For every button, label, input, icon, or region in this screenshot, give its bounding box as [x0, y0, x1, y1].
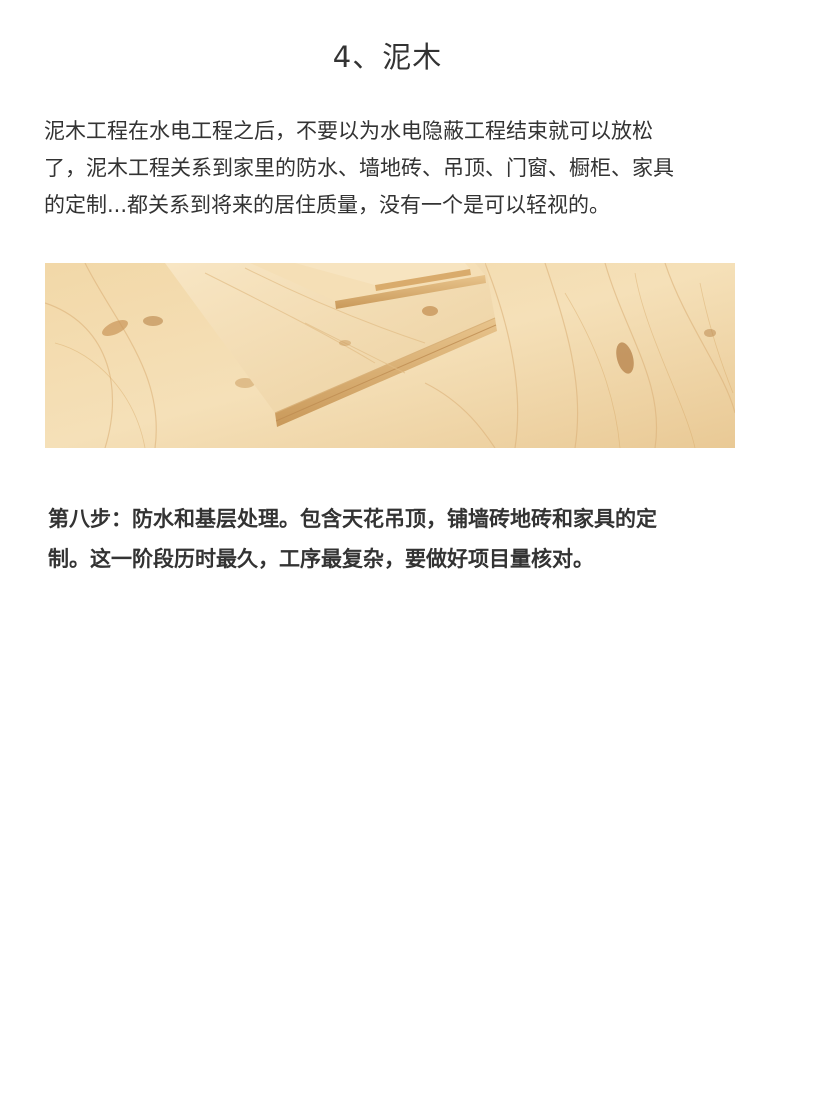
section-heading: 4、泥木 [332, 40, 443, 74]
step-line: 第八步：防水和基层处理。包含天花吊顶，铺墙砖地砖和家具的定 [48, 507, 657, 531]
step-line: 制。这一阶段历时最久，工序最复杂，要做好项目量核对。 [48, 547, 594, 571]
step-paragraph: 第八步：防水和基层处理。包含天花吊顶，铺墙砖地砖和家具的定 制。这一阶段历时最久… [48, 499, 748, 579]
intro-paragraph: 泥木工程在水电工程之后，不要以为水电隐蔽工程结束就可以放松 了，泥木工程关系到家… [44, 113, 744, 224]
intro-line: 泥木工程在水电工程之后，不要以为水电隐蔽工程结束就可以放松 [44, 119, 653, 143]
intro-line: 了，泥木工程关系到家里的防水、墙地砖、吊顶、门窗、橱柜、家具 [44, 156, 674, 180]
wood-planks-image [45, 263, 735, 448]
intro-line: 的定制...都关系到将来的居住质量，没有一个是可以轻视的。 [44, 193, 611, 217]
